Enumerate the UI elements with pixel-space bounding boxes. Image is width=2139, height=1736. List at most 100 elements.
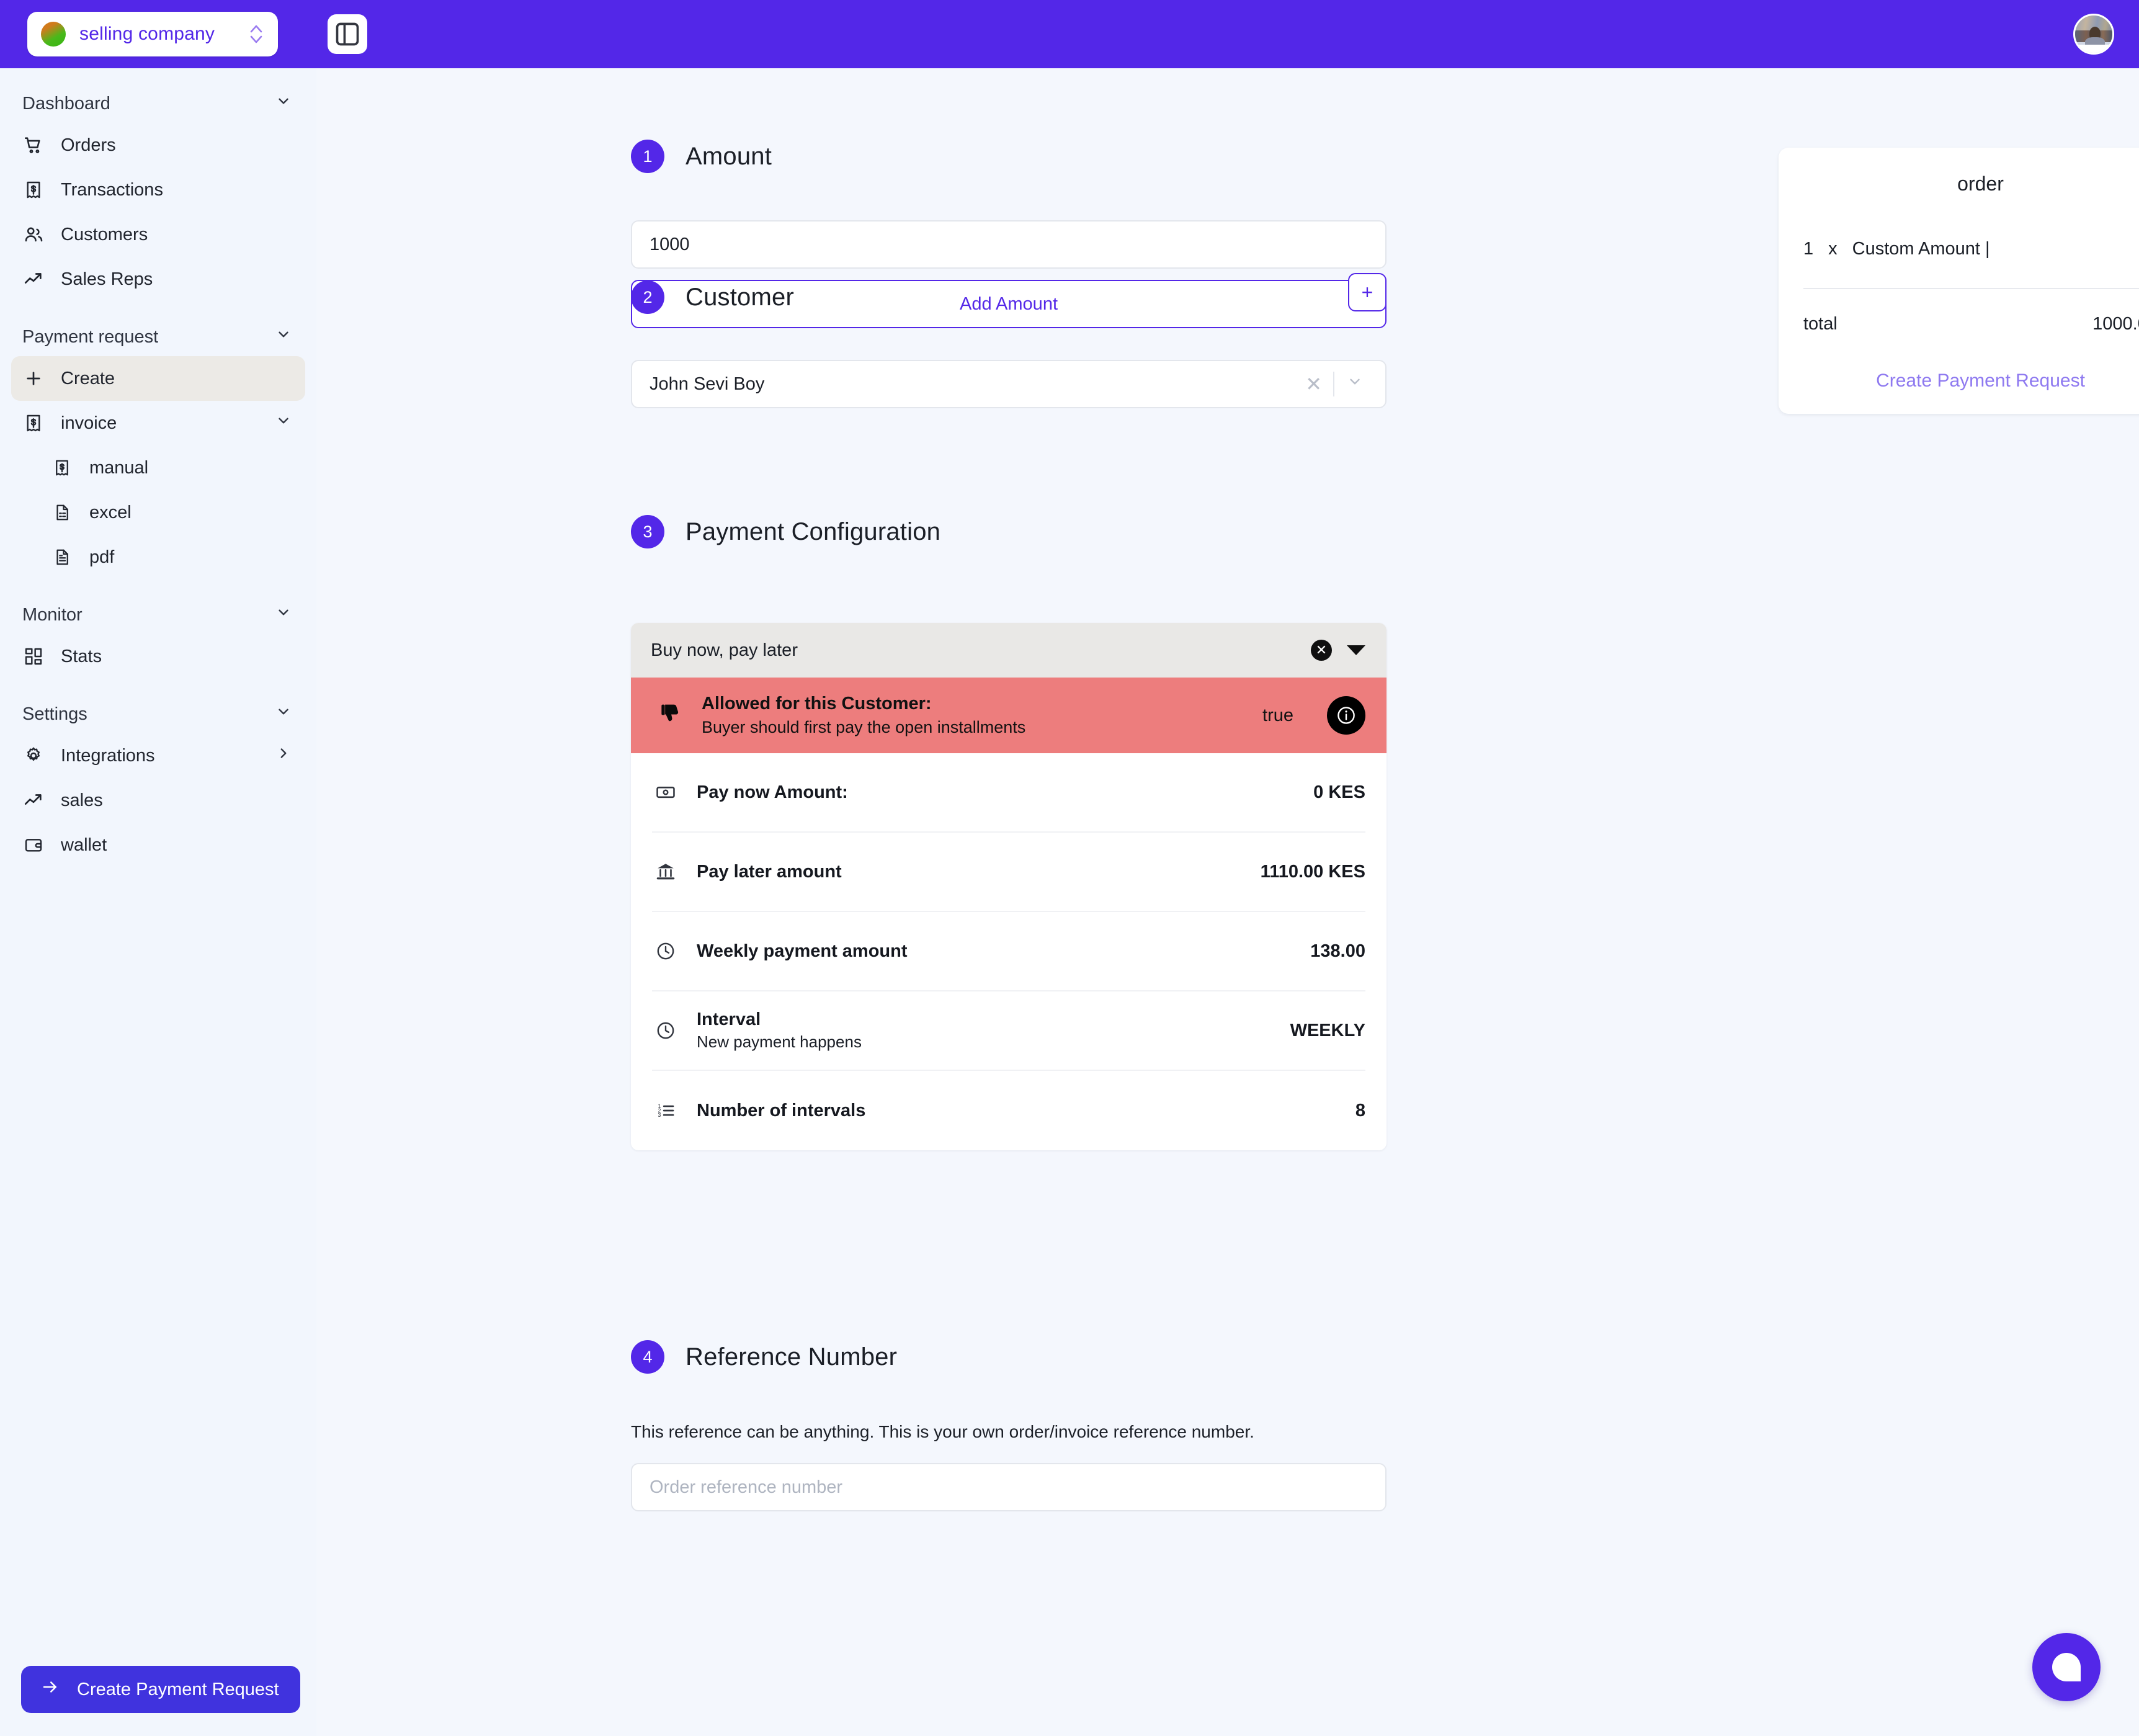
panel-layout-icon	[334, 20, 361, 48]
customer-select-actions: ✕	[1294, 372, 1373, 396]
sidebar-group-dashboard[interactable]: Dashboard	[0, 84, 316, 123]
sidebar-group-label: Settings	[22, 704, 87, 724]
sidebar-item-customers[interactable]: Customers	[0, 212, 316, 257]
sidebar-item-wallet[interactable]: wallet	[0, 823, 316, 867]
row-label: Pay later amount	[697, 861, 842, 882]
page-title-reference-number: Reference Number	[685, 1343, 898, 1371]
sidebar-item-invoice[interactable]: invoice	[0, 401, 316, 445]
row-value: 1110.00 KES	[1260, 861, 1365, 882]
divider	[1803, 288, 2139, 289]
sidebar-item-create[interactable]: Create	[11, 356, 305, 401]
sidebar-item-label: Orders	[61, 135, 116, 155]
users-icon	[22, 223, 45, 246]
chevron-down-icon[interactable]	[275, 604, 292, 625]
sidebar-item-excel[interactable]: excel	[0, 490, 316, 535]
sidebar-item-transactions[interactable]: Transactions	[0, 168, 316, 212]
row-label: Weekly payment amount	[697, 941, 908, 961]
step-header-reference-number: 4 Reference Number	[631, 1340, 1387, 1374]
step-header-amount: 1 Amount	[631, 140, 1387, 173]
row-label: Interval New payment happens	[697, 1009, 1273, 1052]
order-create-payment-request-link[interactable]: Create Payment Request	[1803, 370, 2139, 391]
avatar[interactable]	[2073, 14, 2114, 55]
sidebar-item-stats[interactable]: Stats	[0, 634, 316, 679]
file-text-icon	[51, 546, 73, 568]
section-reference-number: 4 Reference Number This reference can be…	[631, 1340, 1387, 1511]
chevron-down-icon[interactable]	[275, 93, 292, 114]
sidebar-group-label: Monitor	[22, 604, 83, 625]
section-customer: 2 Customer + John Sevi Boy ✕	[631, 273, 1387, 408]
sidebar-item-label: manual	[89, 457, 149, 478]
sidebar-group-label: Payment request	[22, 326, 159, 347]
info-circle-icon[interactable]	[1327, 696, 1365, 735]
close-icon[interactable]: ✕	[1294, 372, 1333, 396]
sidebar-group-monitor[interactable]: Monitor	[0, 596, 316, 634]
receipt-dollar-icon	[22, 179, 45, 201]
ordered-list-icon: 1 2 3	[652, 1097, 679, 1124]
reference-number-input[interactable]	[631, 1463, 1387, 1511]
receipt-dollar-icon	[51, 457, 73, 479]
caret-down-icon[interactable]	[1347, 645, 1365, 655]
sidebar-item-label: invoice	[61, 413, 117, 433]
chevron-down-icon[interactable]	[275, 704, 292, 725]
chevron-down-icon[interactable]	[275, 326, 292, 347]
amount-input[interactable]	[631, 220, 1387, 269]
payment-detail-rows: Pay now Amount: 0 KES Pay later amount 1…	[631, 753, 1387, 1150]
sidebar-item-sales-reps[interactable]: Sales Reps	[0, 257, 316, 302]
step-badge: 3	[631, 515, 664, 548]
table-row: Interval New payment happens WEEKLY	[652, 991, 1365, 1071]
payment-method-value: Buy now, pay later	[651, 640, 798, 660]
sidebar-group-settings[interactable]: Settings	[0, 695, 316, 733]
sidebar-footer: Create Payment Request	[0, 1643, 316, 1736]
clock-icon	[652, 937, 679, 965]
allowed-for-customer-alert: Allowed for this Customer: Buyer should …	[631, 678, 1387, 753]
alert-subtitle: Buyer should first pay the open installm…	[702, 718, 1026, 736]
step-header-customer: 2 Customer +	[631, 273, 1387, 314]
top-bar: selling company	[0, 0, 2139, 68]
create-payment-request-button[interactable]: Create Payment Request	[21, 1666, 300, 1713]
arrow-right-icon	[40, 1678, 61, 1701]
sidebar-item-integrations[interactable]: Integrations	[0, 733, 316, 778]
chevron-down-icon[interactable]	[1334, 374, 1373, 395]
row-value: 0 KES	[1313, 782, 1365, 802]
row-label-text: Interval	[697, 1009, 761, 1029]
company-switcher[interactable]: selling company	[27, 12, 278, 56]
chat-button[interactable]	[2032, 1633, 2101, 1701]
sidebar-item-label: Transactions	[61, 179, 163, 200]
bank-icon	[652, 858, 679, 885]
order-card-title: order	[1957, 172, 2004, 195]
create-payment-request-label: Create Payment Request	[77, 1679, 279, 1699]
order-line-qty: 1	[1803, 239, 1814, 259]
chevron-right-icon[interactable]	[275, 745, 292, 766]
sidebar-group-payment-request[interactable]: Payment request	[0, 318, 316, 356]
payment-method-select[interactable]: Buy now, pay later ✕	[631, 623, 1387, 678]
sidebar-item-manual[interactable]: manual	[0, 445, 316, 490]
receipt-dollar-icon	[22, 412, 45, 434]
sidebar: Dashboard Orders Transactions Customers …	[0, 68, 316, 1736]
page-title-customer: Customer	[685, 283, 794, 311]
row-value: 8	[1355, 1100, 1365, 1121]
step-header-payment-configuration: 3 Payment Configuration	[631, 515, 1387, 548]
order-line-item: 1 x Custom Amount |	[1803, 239, 2139, 259]
sidebar-item-sales[interactable]: sales	[0, 778, 316, 823]
panel-toggle-button[interactable]	[328, 14, 367, 54]
sidebar-item-label: Stats	[61, 646, 102, 666]
company-switcher-left: selling company	[41, 22, 215, 47]
gear-icon	[22, 745, 45, 767]
add-customer-button[interactable]: +	[1348, 273, 1387, 311]
row-label: Number of intervals	[697, 1100, 866, 1121]
sidebar-item-orders[interactable]: Orders	[0, 123, 316, 168]
grid-dashboard-icon	[22, 645, 45, 668]
clock-icon	[652, 1017, 679, 1044]
payment-method-actions: ✕	[1311, 640, 1365, 661]
row-value: 138.00	[1310, 941, 1365, 961]
reference-note: This reference can be anything. This is …	[631, 1422, 1254, 1441]
sidebar-item-pdf[interactable]: pdf	[0, 535, 316, 579]
customer-select[interactable]: John Sevi Boy ✕	[631, 360, 1387, 408]
chevron-down-icon[interactable]	[275, 413, 292, 434]
sidebar-item-label: Sales Reps	[61, 269, 153, 289]
chevron-up-down-icon[interactable]	[248, 22, 264, 47]
company-name: selling company	[79, 24, 215, 44]
main-content: 1 Amount Add Amount 2 Customer + John Se…	[316, 68, 2139, 1736]
chat-bubble-icon	[2052, 1653, 2081, 1681]
x-circle-icon[interactable]: ✕	[1311, 640, 1332, 661]
